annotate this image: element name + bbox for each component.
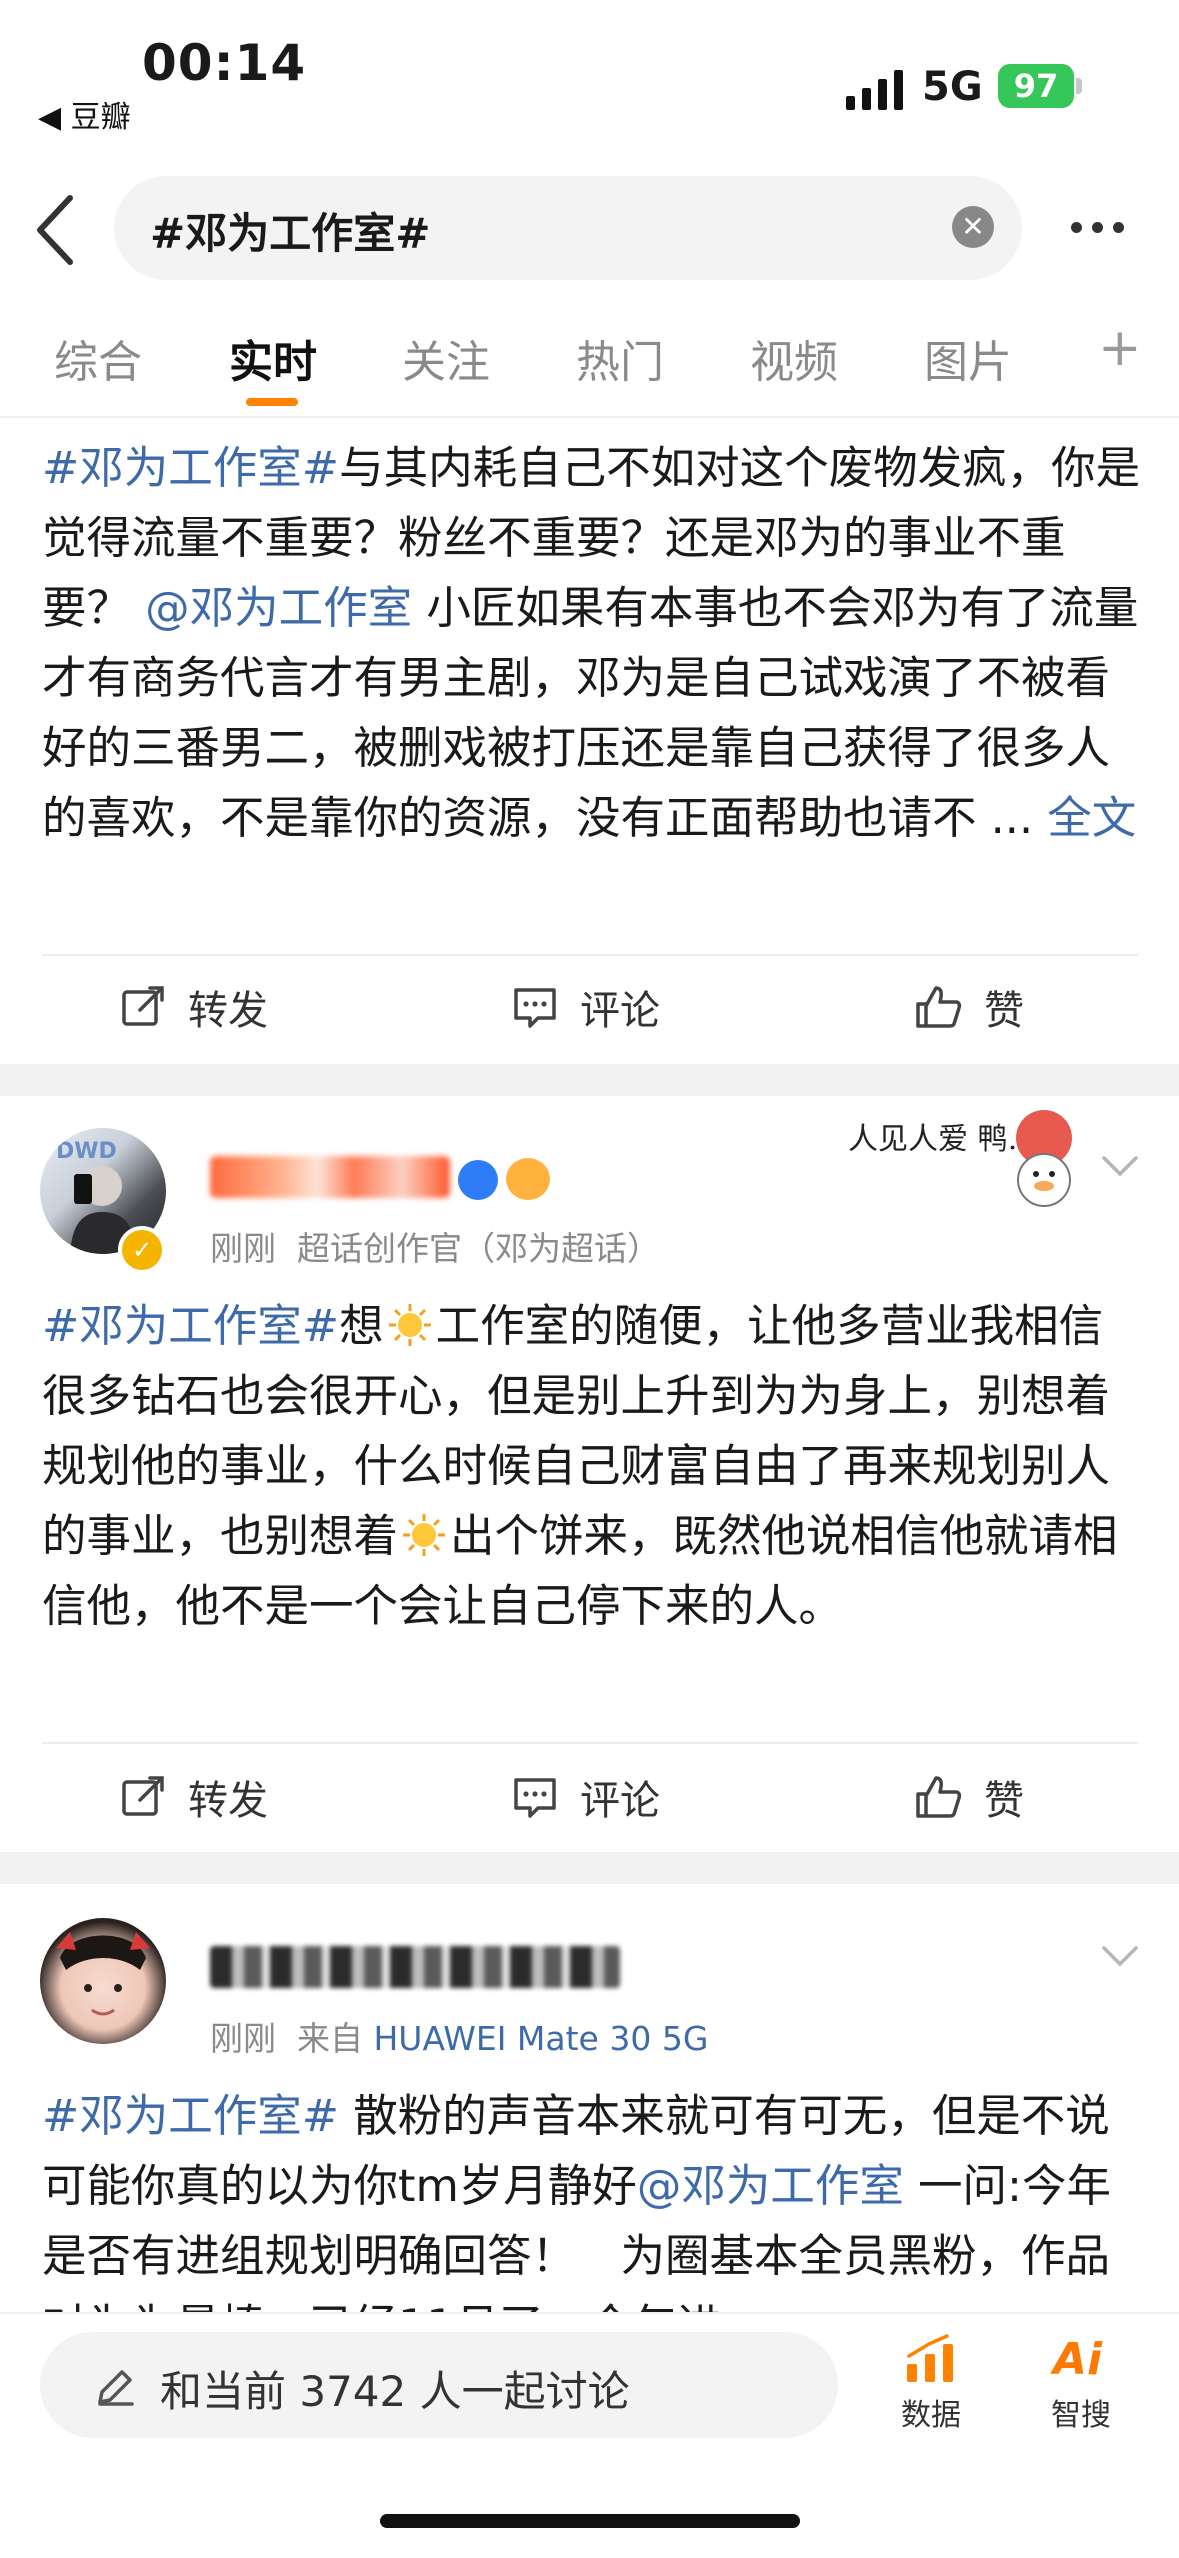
username-redacted[interactable] [210, 1946, 620, 1988]
level-badge-icon [458, 1160, 498, 1200]
post-2-text: #邓为工作室#想 工作室的随便，让他多营业我相信很多钻石也会很开心，但是别上升到为… [42, 1292, 1142, 1642]
cellular-signal-icon [846, 70, 903, 110]
chevron-down-icon[interactable] [1100, 1944, 1140, 1968]
post-2-divider [42, 1742, 1138, 1744]
read-more-link[interactable]: 全文 [1033, 793, 1136, 844]
post-time: 刚刚 [210, 2019, 276, 2058]
section-gap [0, 1064, 1179, 1096]
post-3-text: #邓为工作室# 散粉的声音本来就可有可无，但是不说可能你真的以为你tm岁月静好@… [42, 2082, 1142, 2312]
hashtag-link[interactable]: #邓为工作室# [42, 443, 339, 494]
thumbs-up-icon [916, 1776, 962, 1818]
post-1-text: #邓为工作室#与其内耗自己不如对这个废物发疯，你是觉得流量不重要？粉丝不重要？还… [42, 434, 1142, 854]
section-gap [0, 1852, 1179, 1884]
like-button[interactable]: 赞 [914, 1768, 1024, 1826]
post-time: 刚刚 [210, 1229, 276, 1268]
svg-text:DWD: DWD [56, 1139, 117, 1164]
like-label: 赞 [984, 1778, 1024, 1824]
user-title[interactable]: 超话创作官（邓为超话） [297, 1229, 660, 1268]
comment-label: 评论 [580, 1778, 660, 1824]
clear-search-button[interactable]: ✕ [952, 206, 994, 248]
tab-images[interactable]: 图片 [924, 326, 1012, 390]
repost-label: 转发 [188, 1778, 268, 1824]
device-link[interactable]: HUAWEI Mate 30 5G [373, 2019, 708, 2058]
thumbs-up-icon [916, 986, 962, 1028]
repost-label: 转发 [188, 988, 268, 1034]
repost-icon [122, 1776, 164, 1816]
mention-link[interactable]: @邓为工作室 [145, 583, 412, 634]
fish-badge-icon [506, 1158, 550, 1200]
ai-search-label: 智搜 [1051, 2398, 1111, 2433]
home-indicator [380, 2514, 800, 2528]
like-button[interactable]: 赞 [914, 978, 1024, 1036]
post-1-divider [42, 954, 1138, 956]
post-2-body-a: 想 [339, 1301, 384, 1352]
data-label: 数据 [901, 2398, 961, 2433]
repost-button[interactable]: 转发 [120, 1768, 268, 1826]
comment-icon [514, 1778, 556, 1818]
post-2-meta: 刚刚 超话创作官（邓为超话） [210, 1222, 660, 1270]
battery-tip-icon [1076, 78, 1082, 94]
chart-icon [907, 2334, 953, 2382]
username-redacted[interactable] [210, 1156, 450, 1198]
comment-button[interactable]: 评论 [512, 1768, 660, 1826]
comment-button[interactable]: 评论 [512, 978, 660, 1036]
sun-emoji-icon [403, 1514, 446, 1556]
post-3-meta: 刚刚 来自 HUAWEI Mate 30 5G [210, 2012, 708, 2060]
pencil-icon [98, 2370, 134, 2406]
hashtag-link[interactable]: #邓为工作室# [42, 2091, 339, 2142]
status-time: 00:14 [142, 34, 307, 92]
tab-following[interactable]: 关注 [402, 326, 490, 390]
user-avatar[interactable] [40, 1918, 166, 2044]
repost-icon [122, 986, 164, 1026]
back-chevron-icon[interactable] [30, 190, 86, 270]
tab-realtime[interactable]: 实时 [229, 326, 317, 390]
comment-label: 评论 [580, 988, 660, 1034]
tab-comprehensive[interactable]: 综合 [54, 326, 142, 390]
tab-hot[interactable]: 热门 [576, 326, 664, 390]
more-options-button[interactable] [1066, 208, 1146, 248]
sun-emoji-icon [388, 1304, 431, 1346]
decorative-sticker: 人见人爱 鸭… [848, 1104, 1092, 1212]
network-type: 5G [922, 64, 983, 110]
battery-indicator: 97 [998, 64, 1074, 108]
tabs-divider [0, 416, 1179, 418]
repost-button[interactable]: 转发 [120, 978, 268, 1036]
add-tab-icon[interactable]: + [1098, 318, 1142, 378]
active-tab-indicator [246, 398, 298, 406]
source-label: 来自 [296, 2019, 363, 2058]
like-label: 赞 [984, 988, 1024, 1034]
comment-icon [514, 988, 556, 1028]
mention-link[interactable]: @邓为工作室 [637, 2161, 904, 2212]
ai-search-icon: Ai [1050, 2334, 1103, 2385]
svg-text:Ai: Ai [1050, 2334, 1103, 2385]
back-to-app-link[interactable]: ◀ 豆瓣 [38, 92, 131, 136]
discussion-prompt: 和当前 3742 人一起讨论 [160, 2367, 630, 2416]
data-button[interactable]: 数据 [890, 2330, 972, 2440]
chevron-down-icon[interactable] [1100, 1154, 1140, 1178]
search-query: #邓为工作室# [150, 209, 431, 258]
verified-badge-icon: ✓ [118, 1226, 166, 1274]
tab-video[interactable]: 视频 [750, 326, 838, 390]
ai-search-button[interactable]: Ai 智搜 [1040, 2330, 1122, 2440]
hashtag-link[interactable]: #邓为工作室# [42, 1301, 339, 1352]
